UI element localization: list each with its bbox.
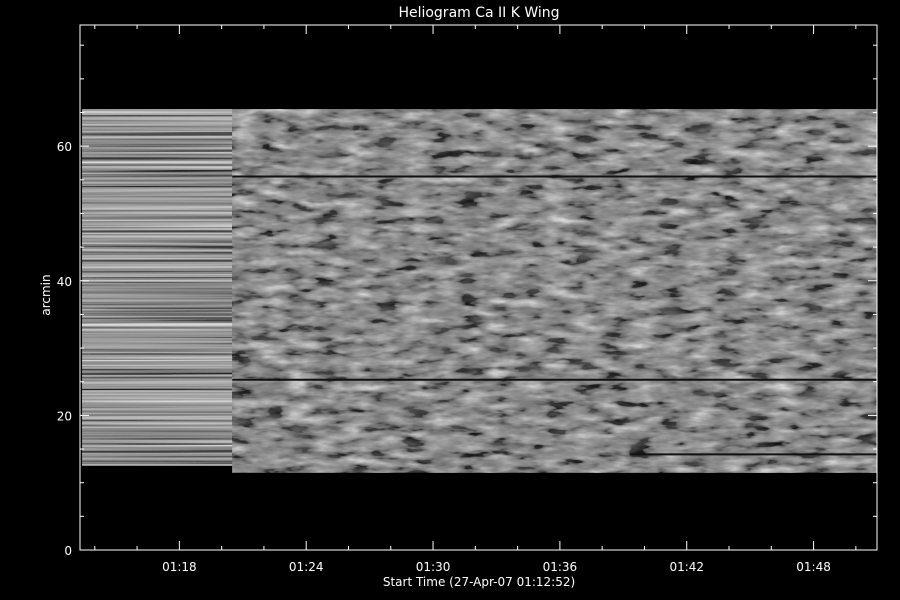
region-texture xyxy=(82,109,233,466)
x-tick-label: 01:36 xyxy=(543,560,578,574)
y-axis-label: arcmin xyxy=(39,274,53,315)
region-textured xyxy=(232,109,877,473)
x-tick-label: 01:24 xyxy=(289,560,324,574)
x-tick-label: 01:30 xyxy=(416,560,451,574)
y-tick-label: 60 xyxy=(57,140,72,154)
x-axis-label: Start Time (27-Apr-07 01:12:52) xyxy=(383,575,575,589)
chart: 01:18 01:24 01:30 01:36 01:42 01:48 0 20 40 60 H… xyxy=(39,5,878,589)
x-tick-label: 01:42 xyxy=(669,560,704,574)
y-tick-label: 20 xyxy=(57,409,72,423)
y-tick-label: 0 xyxy=(64,544,72,558)
chart-title: Heliogram Ca II K Wing xyxy=(398,5,559,21)
x-tick-label: 01:18 xyxy=(162,560,197,574)
x-tick-label: 01:48 xyxy=(796,560,831,574)
image-layer xyxy=(82,109,877,473)
region-striped xyxy=(82,109,233,466)
region-grain xyxy=(232,109,877,473)
y-tick-label: 40 xyxy=(57,275,72,289)
